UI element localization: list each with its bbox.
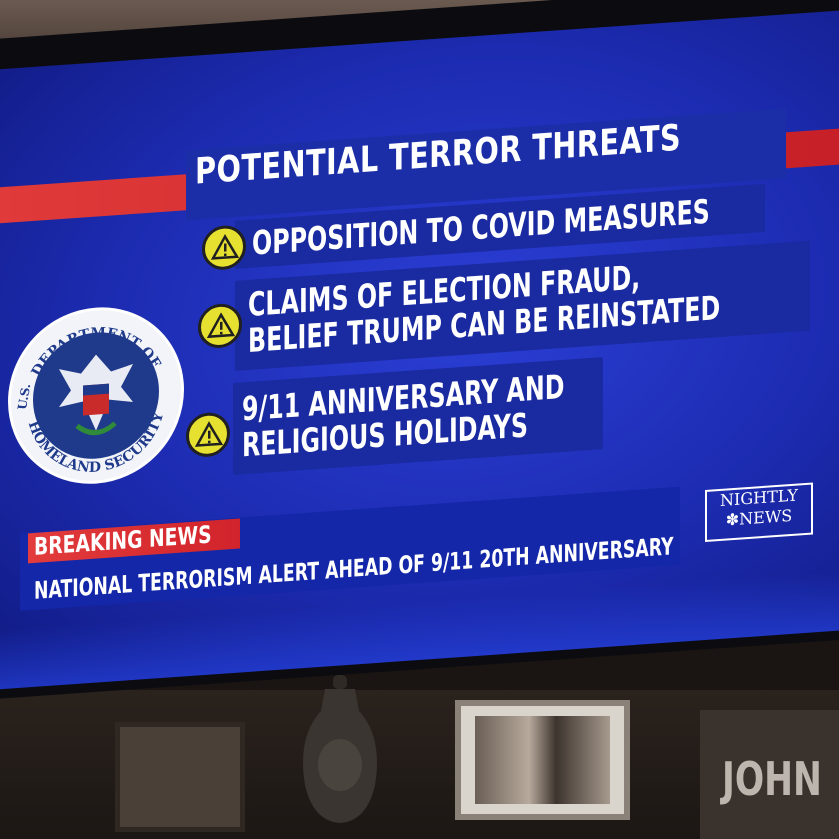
- seal-text-top: DEPARTMENT OF: [29, 321, 164, 380]
- svg-text:DEPARTMENT OF: DEPARTMENT OF: [29, 321, 164, 380]
- vase: [303, 675, 377, 823]
- seal-ring-text: DEPARTMENT OF HOMELAND SECURITY U.S.: [15, 321, 168, 481]
- picture-frame-left: [115, 722, 245, 832]
- picture-frame-right: [455, 700, 630, 820]
- nightly-news-logo: NIGHTLY ✽NEWS: [705, 482, 813, 543]
- framed-photo: [475, 716, 610, 804]
- warning-icon: [186, 411, 230, 459]
- dhs-seal: DEPARTMENT OF HOMELAND SECURITY U.S.: [8, 301, 184, 490]
- peacock-icon: ✽: [725, 509, 740, 530]
- svg-text:HOMELAND SECURITY: HOMELAND SECURITY: [25, 409, 168, 481]
- john-sign-text: JOHN: [722, 752, 822, 806]
- tv-screen: POTENTIAL TERROR THREATS DEPARTMENT OF H…: [0, 9, 839, 690]
- seal-text-left: U.S.: [15, 383, 33, 410]
- seal-text-bottom: HOMELAND SECURITY: [25, 409, 168, 481]
- logo-line-2: NEWS: [739, 505, 793, 529]
